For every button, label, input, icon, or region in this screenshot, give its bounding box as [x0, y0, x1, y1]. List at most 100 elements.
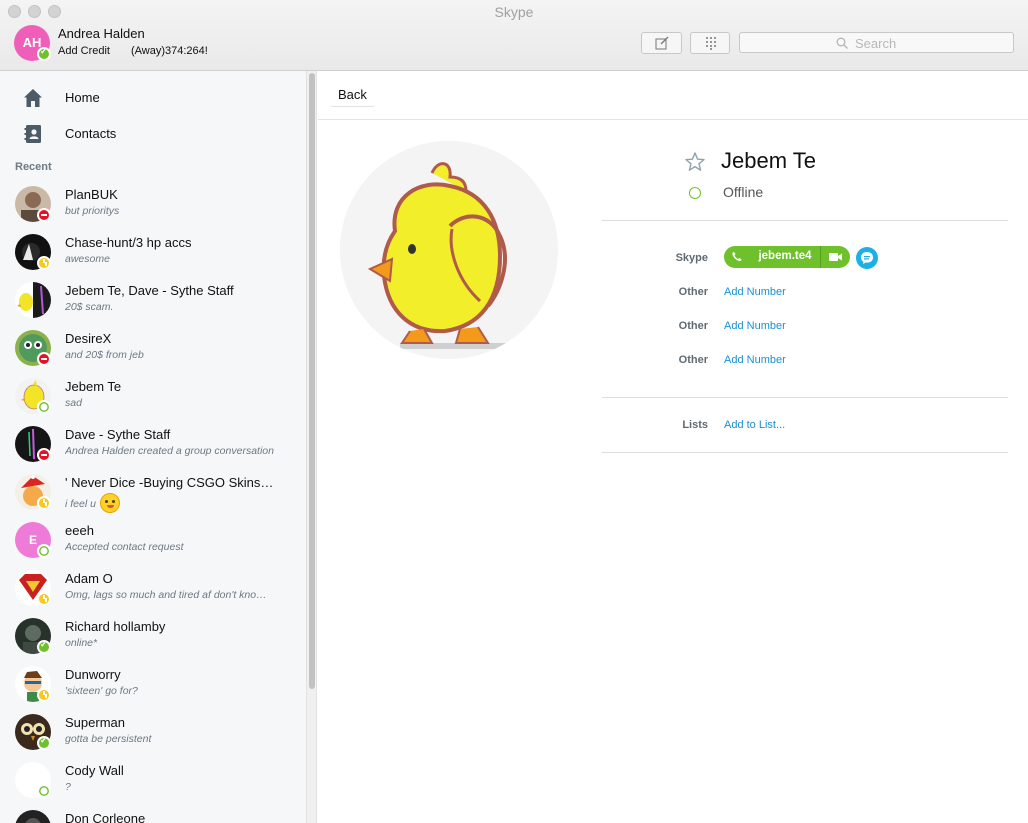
skype-field-label: Skype: [675, 252, 708, 264]
status-online-icon: [37, 735, 51, 750]
new-conversation-button[interactable]: [641, 32, 682, 54]
my-display-name[interactable]: Andrea Halden: [58, 26, 145, 41]
contact-name: Jebem Te: [721, 148, 816, 173]
call-phone-icon[interactable]: [724, 246, 750, 268]
conversation-name: Chase-hunt/3 hp accs: [65, 235, 192, 250]
conversation-planbuk[interactable]: PlanBUK but prioritys: [0, 186, 306, 234]
profile-avatar: [340, 141, 558, 359]
status-away-icon: [37, 256, 51, 270]
conversation-name: DesireX: [65, 331, 112, 346]
conversation-last-message-container: i feel u: [65, 493, 295, 513]
home-icon: [24, 89, 42, 107]
conversation-chase-hunt[interactable]: Chase-hunt/3 hp accs awesome: [0, 234, 306, 282]
conversation-name: Dave - Sythe Staff: [65, 427, 171, 442]
add-to-list-link[interactable]: Add to List...: [724, 419, 785, 431]
back-button[interactable]: Back: [330, 83, 375, 107]
contacts-icon: [24, 125, 41, 143]
smiley-emoji-icon: [99, 493, 120, 513]
conversation-last-message: awesome: [65, 253, 110, 265]
status-offline-icon: [37, 400, 51, 414]
conversation-last-message: 'sixteen' go for?: [65, 685, 138, 697]
status-away-icon: [37, 496, 51, 510]
conversation-last-message: sad: [65, 397, 82, 409]
video-call-icon[interactable]: [821, 246, 850, 268]
compose-icon: [655, 36, 669, 50]
recent-heading: Recent: [15, 161, 52, 173]
add-number-link[interactable]: Add Number: [724, 354, 786, 366]
dialpad-button[interactable]: [690, 32, 730, 54]
my-status-online-icon[interactable]: [37, 46, 51, 61]
conversation-last-message: but prioritys: [65, 205, 120, 217]
conversation-name: Don Corleone: [65, 811, 146, 823]
conversation-last-message: Andrea Halden created a group conversati…: [65, 445, 274, 457]
conversation-name: Jebem Te: [65, 379, 122, 394]
duck-avatar-image: [340, 141, 558, 359]
nav-contacts-label: Contacts: [65, 126, 117, 141]
conversation-adam-o[interactable]: Adam O Omg, lags so much and tired af do…: [0, 570, 306, 618]
conversation-name: ' Never Dice -Buying CSGO Skins…: [65, 475, 274, 490]
other-field-label: Other: [678, 320, 708, 332]
chat-bubble-icon[interactable]: [856, 247, 878, 269]
add-number-link[interactable]: Add Number: [724, 286, 786, 298]
profile-toolbar: Back: [318, 71, 1028, 120]
search-placeholder: Search: [855, 36, 897, 51]
sidebar: Home Contacts Recent PlanBUK but priorit…: [0, 71, 306, 823]
conversation-don-corleone[interactable]: Don Corleone: [0, 810, 306, 823]
skype-window: Skype AH Andrea Halden Add Credit (Away)…: [0, 0, 1028, 823]
status-offline-icon: [37, 544, 51, 558]
sidebar-scrollbar[interactable]: [306, 71, 317, 823]
nav-home-label: Home: [65, 90, 100, 105]
conversation-group-jebem-dave[interactable]: Jebem Te, Dave - Sythe Staff 20$ scam.: [0, 282, 306, 330]
status-offline-icon: [37, 784, 51, 798]
status-away-icon: [37, 688, 51, 702]
status-dnd-icon: [37, 352, 51, 366]
other-field-label: Other: [678, 286, 708, 298]
window-title: Skype: [494, 4, 534, 20]
add-number-link[interactable]: Add Number: [724, 320, 786, 332]
divider: [602, 452, 1008, 453]
conversation-name: Adam O: [65, 571, 113, 586]
conversation-name: Cody Wall: [65, 763, 124, 778]
title-bar: Skype AH Andrea Halden Add Credit (Away)…: [0, 0, 1028, 71]
divider: [602, 397, 1008, 398]
conversation-last-message: Omg, lags so much and tired af don't kno…: [65, 589, 267, 601]
conversation-name: Dunworry: [65, 667, 121, 682]
conversation-name: Richard hollamby: [65, 619, 166, 634]
nav-home[interactable]: Home: [0, 80, 306, 114]
my-mood-message[interactable]: (Away)374:264!: [131, 45, 208, 57]
status-away-icon: [37, 592, 51, 606]
conversation-last-message: online*: [65, 637, 98, 649]
avatar: [15, 810, 51, 823]
contact-profile-panel: Back Jebem Te Offline Skype jebem.te4 Ot…: [318, 71, 1028, 823]
status-dnd-icon: [37, 208, 51, 222]
status-online-icon: [37, 639, 51, 654]
conversation-jebem-te[interactable]: Jebem Te sad: [0, 378, 306, 426]
conversation-last-message: ?: [65, 781, 71, 793]
add-credit-link[interactable]: Add Credit: [58, 45, 110, 57]
favorite-star-icon[interactable]: [684, 151, 706, 173]
presence-offline-icon: [689, 187, 701, 199]
conversation-cody-wall[interactable]: Cody Wall ?: [0, 762, 306, 810]
conversation-never-dice[interactable]: ' Never Dice -Buying CSGO Skins… i feel …: [0, 474, 306, 522]
contact-presence: Offline: [723, 184, 764, 200]
conversation-name: Jebem Te, Dave - Sythe Staff: [65, 283, 234, 298]
conversation-name: eeeh: [65, 523, 94, 538]
conversation-last-message: and 20$ from jeb: [65, 349, 144, 361]
conversation-name: PlanBUK: [65, 187, 118, 202]
conversation-desirex[interactable]: DesireX and 20$ from jeb: [0, 330, 306, 378]
conversation-last-message: i feel u: [65, 498, 96, 510]
conversation-name: Superman: [65, 715, 125, 730]
conversation-eeeh[interactable]: E eeeh Accepted contact request: [0, 522, 306, 570]
conversation-superman[interactable]: Superman gotta be persistent: [0, 714, 306, 762]
conversation-richard-hollamby[interactable]: Richard hollamby online*: [0, 618, 306, 666]
conversation-dave-sythe-staff[interactable]: Dave - Sythe Staff Andrea Halden created…: [0, 426, 306, 474]
skype-id-call-button[interactable]: jebem.te4: [750, 250, 820, 262]
scrollbar-thumb[interactable]: [309, 73, 315, 689]
status-dnd-icon: [37, 448, 51, 462]
conversation-dunworry[interactable]: Dunworry 'sixteen' go for?: [0, 666, 306, 714]
conversation-last-message: gotta be persistent: [65, 733, 152, 745]
conversation-last-message: 20$ scam.: [65, 301, 114, 313]
nav-contacts[interactable]: Contacts: [0, 116, 306, 150]
other-field-label: Other: [678, 354, 708, 366]
lists-field-label: Lists: [682, 419, 708, 431]
